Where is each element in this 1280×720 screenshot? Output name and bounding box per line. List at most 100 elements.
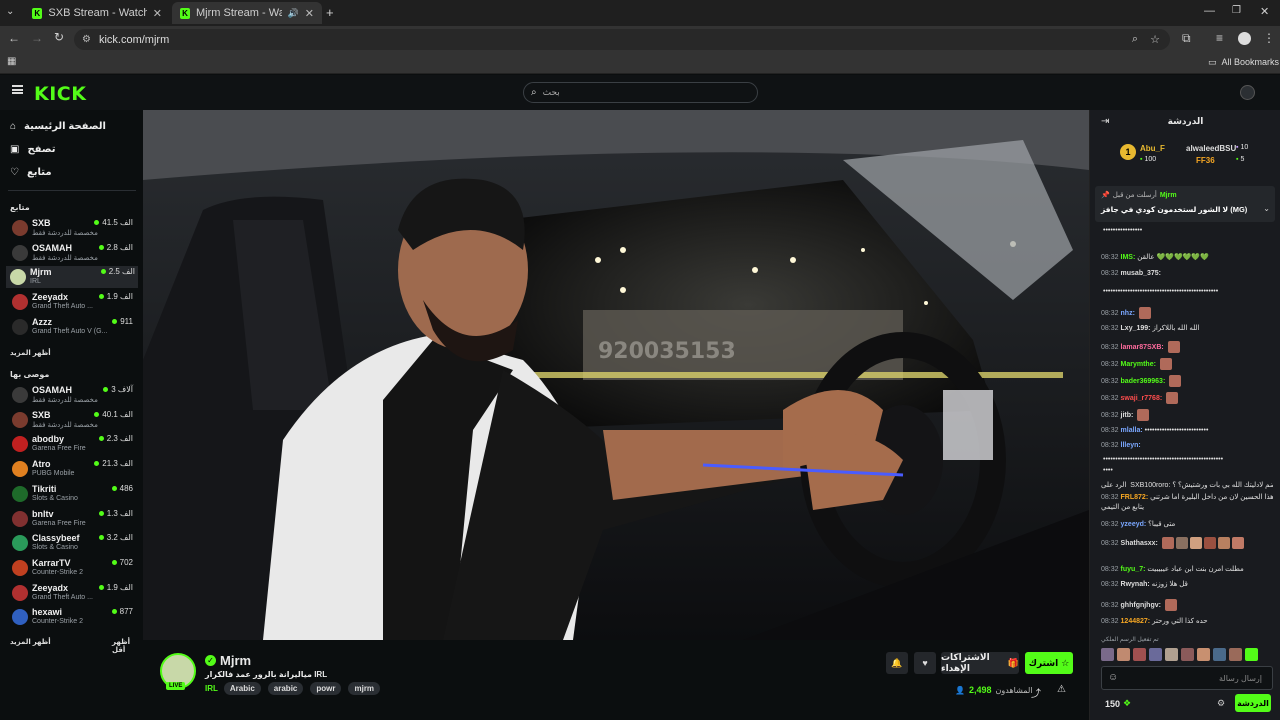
emote-icon[interactable]: [1229, 648, 1242, 661]
leader-2-name[interactable]: alwaleedBSU: [1186, 144, 1236, 153]
chat-message[interactable]: 08:32 jitb:: [1101, 409, 1273, 421]
address-bar[interactable]: ⚙ kick.com/mjrm ⌕ ☆: [74, 29, 1170, 50]
bookmark-star-icon[interactable]: ☆: [1150, 33, 1160, 46]
sidebar-channel[interactable]: OSAMAH مخصصة للدردشة فقط 2.8 الف: [8, 242, 136, 264]
message-username[interactable]: Lxy_199:: [1121, 325, 1151, 332]
message-username[interactable]: Shathasxx:: [1121, 540, 1158, 547]
sidebar-channel[interactable]: Tikriti Slots & Casino 486: [8, 483, 136, 505]
nav-browse[interactable]: ▣ تصفح: [10, 144, 55, 155]
chat-message[interactable]: 08:32 fuyu_7: مطلت امرن بنت ابن عباد عيبي…: [1101, 565, 1273, 574]
sidebar-channel[interactable]: Zeeyadx Grand Theft Auto ... 1.9 الف: [8, 291, 136, 313]
nav-following[interactable]: ♡ متابع: [10, 167, 52, 178]
reload-icon[interactable]: ↻: [54, 30, 64, 44]
message-username[interactable]: llleyn:: [1121, 442, 1141, 449]
message-username[interactable]: jitb:: [1121, 412, 1134, 419]
notification-bell-button[interactable]: 🔔: [886, 652, 908, 674]
sidebar-channel[interactable]: Zeeyadx Grand Theft Auto ... 1.9 الف: [8, 582, 136, 604]
tag-pill[interactable]: powr: [310, 682, 342, 695]
apps-grid-icon[interactable]: ▦: [7, 56, 16, 67]
message-username[interactable]: nhz:: [1121, 310, 1135, 317]
sidebar-channel[interactable]: Azzz Grand Theft Auto V (G... 911: [8, 316, 136, 338]
send-chat-button[interactable]: الدردشة: [1235, 694, 1271, 712]
site-info-icon[interactable]: ⚙: [82, 34, 91, 45]
chat-message[interactable]: 08:32 Marymthe:: [1101, 358, 1273, 370]
pinned-message[interactable]: 📌 أرسلت من قبل Mjrm لا الشور لستخدمون كو…: [1095, 186, 1275, 222]
chat-message[interactable]: 08:32 IMS: عالقن 💚💚💚💚💚💚: [1101, 253, 1273, 262]
emote-icon[interactable]: [1117, 648, 1130, 661]
sidebar-channel[interactable]: OSAMAH مخصصة للدردشة فقط 3 آلاف: [8, 384, 136, 406]
emote-icon[interactable]: [1181, 648, 1194, 661]
hamburger-menu-icon[interactable]: [12, 85, 23, 94]
gift-subs-button[interactable]: الاشتراكات الإهداء 🎁: [941, 652, 1019, 674]
chat-input[interactable]: إرسال رسالة ☺: [1101, 666, 1273, 690]
search-input[interactable]: ⌕ بحث: [523, 82, 758, 103]
message-username[interactable]: ghhfgnjhgv:: [1121, 602, 1161, 609]
sidebar-channel[interactable]: Classybeef Slots & Casino 3.2 الف: [8, 532, 136, 554]
emoji-icon[interactable]: ☺: [1108, 672, 1118, 683]
emote-icon[interactable]: [1133, 648, 1146, 661]
emote-icon[interactable]: [1213, 648, 1226, 661]
chat-message[interactable]: 08:32 1244827: حده كذا التي ورحتر: [1101, 617, 1273, 626]
forward-icon[interactable]: →: [31, 31, 43, 45]
sidebar-channel[interactable]: abodby Garena Free Fire 2.3 الف: [8, 433, 136, 455]
chat-message[interactable]: 08:32 nhz:: [1101, 307, 1273, 319]
leader-1-name[interactable]: Abu_F: [1140, 144, 1165, 153]
chat-message[interactable]: 08:32 musab_375:: [1101, 269, 1273, 278]
message-username[interactable]: bader369963:: [1121, 378, 1166, 385]
chat-message[interactable]: ••••: [1101, 466, 1273, 475]
chat-message[interactable]: 08:32 bader369963:: [1101, 375, 1273, 387]
show-less-recommended[interactable]: أظهر أقل: [112, 638, 143, 654]
sidebar-channel[interactable]: KarrarTV Counter-Strike 2 702: [8, 557, 136, 579]
follow-heart-button[interactable]: ♥: [914, 652, 936, 674]
close-icon[interactable]: ✕: [305, 7, 314, 20]
sidebar-channel[interactable]: SXB مخصصة للدردشة فقط 40.1 الف: [8, 409, 136, 431]
emote-icon[interactable]: [1245, 648, 1258, 661]
emote-icon[interactable]: [1149, 648, 1162, 661]
sidebar-channel[interactable]: bnltv Garena Free Fire 1.3 الف: [8, 508, 136, 530]
tag-pill[interactable]: Arabic: [223, 682, 261, 695]
video-player[interactable]: 920035153: [143, 110, 1089, 640]
nav-home[interactable]: ⌂ الصفحة الرئيسية: [10, 121, 106, 132]
minimize-icon[interactable]: —: [1204, 5, 1215, 17]
message-username[interactable]: lamar87SXB:: [1121, 344, 1164, 351]
show-more-following[interactable]: أظهر المزيد: [10, 349, 51, 357]
message-username[interactable]: fuyu_7:: [1121, 566, 1146, 573]
back-icon[interactable]: ←: [8, 31, 20, 45]
message-username[interactable]: mlalla:: [1121, 427, 1143, 434]
chat-message[interactable]: 08:32 Lxy_199: الله الله باللاكراز: [1101, 324, 1273, 333]
all-bookmarks-button[interactable]: ▭ All Bookmarks: [1208, 57, 1279, 68]
browser-tab-mjrm[interactable]: K Mjrm Stream - Watch Live 🔊 ✕: [172, 2, 322, 24]
chat-message[interactable]: 08:32 yzeeyd: متى قيبا؟: [1101, 520, 1273, 529]
emote-icon[interactable]: [1165, 648, 1178, 661]
sidebar-channel[interactable]: hexawi Counter-Strike 2 877: [8, 606, 136, 628]
channel-points[interactable]: 150 ❖: [1105, 698, 1131, 709]
subscribe-button[interactable]: اشترك ☆: [1025, 652, 1073, 674]
profile-avatar[interactable]: [1238, 32, 1251, 45]
chat-message[interactable]: ••••••••••••••••••••••••••••••••••••••••…: [1101, 287, 1273, 296]
sidebar-channel[interactable]: Mjrm IRL 2.5 الف: [6, 266, 138, 289]
report-icon[interactable]: ⚠: [1057, 684, 1066, 695]
window-close-icon[interactable]: ✕: [1260, 5, 1269, 18]
chat-message[interactable]: ••••••••••••••••••••••••••••••••••••••••…: [1101, 455, 1273, 464]
menu-icon[interactable]: ⋮: [1263, 31, 1275, 45]
sidebar-channel[interactable]: Atro PUBG Mobile 21.3 الف: [8, 458, 136, 480]
chevron-down-icon[interactable]: ⌄: [1263, 204, 1270, 213]
chat-message[interactable]: 08:32 lamar87SXB:: [1101, 341, 1273, 353]
restore-icon[interactable]: ❐: [1232, 5, 1241, 16]
kick-logo[interactable]: KICK: [34, 83, 86, 105]
message-username[interactable]: swaji_r7768:: [1121, 395, 1163, 402]
message-username[interactable]: Rwynah:: [1121, 581, 1150, 588]
chat-message[interactable]: الرد على SXB100roro: وانضم لادليتك الله …: [1101, 481, 1273, 490]
message-username[interactable]: FRL872:: [1121, 494, 1149, 501]
chat-message[interactable]: 08:32 swaji_r7768:: [1101, 392, 1273, 404]
category-link[interactable]: IRL: [205, 684, 218, 693]
chat-message[interactable]: 08:32 mlalla: ••••••••••••••••••••••••••: [1101, 426, 1273, 435]
message-username[interactable]: musab_375:: [1121, 270, 1161, 277]
browser-tab-sxb[interactable]: K SXB Stream - Watch Live on Kic ✕: [24, 2, 170, 24]
streamer-name[interactable]: Mjrm: [220, 653, 251, 668]
chat-message[interactable]: 08:32 FRL872: هذا الحسين لان من داخل البل…: [1101, 493, 1273, 502]
chat-message[interactable]: يتابع من التيمي: [1101, 503, 1273, 512]
extensions-icon[interactable]: ⧉: [1182, 31, 1191, 46]
tag-pill[interactable]: arabic: [267, 682, 304, 695]
message-username[interactable]: IMS:: [1121, 254, 1136, 261]
